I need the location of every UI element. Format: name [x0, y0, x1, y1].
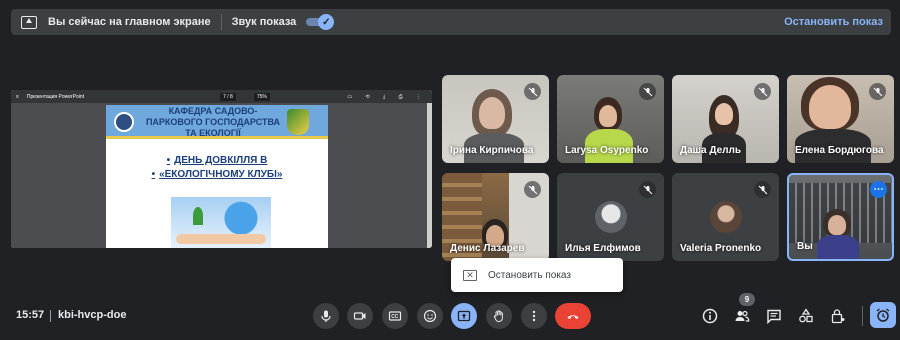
- mic-off-icon: [754, 83, 771, 100]
- meeting-code: kbi-hvcp-doe: [58, 309, 127, 321]
- sound-toggle[interactable]: ✓: [306, 14, 335, 30]
- mic-off-icon: [524, 181, 541, 198]
- hang-up-icon: [567, 315, 579, 319]
- zoom-level[interactable]: 75%: [253, 92, 270, 101]
- reactions-button[interactable]: [417, 303, 443, 329]
- slide-line-1: • ДЕНЬ ДОВКІЛЛЯ В: [166, 155, 268, 166]
- participant-name: Ірина Кирпичова: [450, 145, 534, 156]
- stop-presenting-link[interactable]: Остановить показ: [784, 16, 883, 28]
- banner-title: Вы сейчас на главном экране: [48, 16, 211, 28]
- slide-canvas: КАФЕДРА САДОВО-ПАРКОВОГО ГОСПОДАРСТВА ТА…: [11, 103, 432, 248]
- participant-name: Вы: [797, 241, 813, 252]
- slide-header: КАФЕДРА САДОВО-ПАРКОВОГО ГОСПОДАРСТВА ТА…: [106, 105, 328, 139]
- mic-off-icon: [639, 83, 656, 100]
- presenting-banner: Вы сейчас на главном экране Звук показа …: [11, 9, 891, 35]
- more-options-button[interactable]: [521, 303, 547, 329]
- menu-icon[interactable]: ≡: [16, 94, 19, 100]
- presentation-title: Презентация PowerPoint: [26, 93, 85, 100]
- hand-icon: [493, 310, 503, 322]
- banner-divider: [220, 14, 222, 30]
- self-tile[interactable]: ⋯ Вы: [787, 173, 894, 261]
- lock-person-icon: [831, 309, 845, 324]
- avatar: [595, 201, 627, 233]
- participant-tile[interactable]: Valeria Pronenko: [672, 173, 779, 261]
- check-icon: ✓: [318, 14, 335, 30]
- present-screen-icon: [457, 310, 471, 322]
- participant-name: Илья Елфимов: [565, 243, 641, 254]
- presentation-view: ≡ Презентация PowerPoint 7 / 8 75% ▭ ⟲ ⤓…: [11, 90, 432, 248]
- participant-tile[interactable]: Larysa Osypenko: [557, 75, 664, 163]
- page-indicator[interactable]: 7 / 8: [220, 92, 236, 101]
- present-screen-icon: [21, 15, 37, 29]
- people-icon: [735, 310, 750, 322]
- mic-button[interactable]: [313, 303, 339, 329]
- divider: [50, 310, 51, 322]
- participant-tile[interactable]: Ірина Кирпичова: [442, 75, 549, 163]
- department-logo-icon: [287, 109, 309, 135]
- activities-icon: [799, 308, 813, 323]
- stop-presenting-label: Остановить показ: [488, 269, 571, 281]
- slide-line-2: • «ЕКОЛОГІЧНОМУ КЛУБІ»: [151, 169, 283, 180]
- captions-icon: CC: [388, 311, 402, 321]
- activities-button[interactable]: [796, 306, 816, 326]
- mic-icon: [321, 310, 331, 322]
- toolbar-icons[interactable]: ▭ ⟲ ⤓ ⎙ ⋮: [347, 94, 427, 100]
- svg-text:CC: CC: [391, 314, 399, 320]
- camera-icon: [353, 312, 366, 320]
- slide-image-earth-hands: [171, 197, 271, 248]
- slide-header-text: КАФЕДРА САДОВО-ПАРКОВОГО ГОСПОДАРСТВА ТА…: [145, 105, 281, 138]
- participants-count-badge: 9: [739, 293, 755, 306]
- more-options-icon[interactable]: ⋯: [870, 181, 887, 198]
- raise-hand-button[interactable]: [486, 303, 512, 329]
- participant-tile[interactable]: Денис Лазарев: [442, 173, 549, 261]
- sound-label: Звук показа: [231, 16, 297, 28]
- camera-button[interactable]: [347, 303, 373, 329]
- participant-name: Даша Делль: [680, 145, 742, 156]
- participant-tile[interactable]: Илья Елфимов: [557, 173, 664, 261]
- mic-off-icon: [869, 83, 886, 100]
- presentation-toolbar: ≡ Презентация PowerPoint 7 / 8 75% ▭ ⟲ ⤓…: [11, 90, 432, 103]
- participant-name: Елена Бордюгова: [795, 145, 884, 156]
- scrollbar[interactable]: [427, 103, 432, 248]
- clock: 15:57: [16, 309, 45, 321]
- mic-off-icon: [639, 181, 656, 198]
- people-button[interactable]: [732, 306, 752, 326]
- avatar: [710, 201, 742, 233]
- more-vert-icon: [532, 310, 536, 322]
- participant-name: Larysa Osypenko: [565, 145, 649, 156]
- emoji-icon: [423, 309, 437, 323]
- mic-off-icon: [754, 181, 771, 198]
- participant-name: Valeria Pronenko: [680, 243, 762, 254]
- divider: [862, 306, 863, 326]
- chat-icon: [767, 309, 781, 324]
- close-box-icon: ✕: [463, 269, 477, 281]
- chat-button[interactable]: [764, 306, 784, 326]
- present-button[interactable]: [451, 303, 477, 329]
- university-emblem-icon: [114, 112, 134, 132]
- meeting-details-button[interactable]: [700, 306, 720, 326]
- info-icon: [702, 308, 718, 324]
- stop-presenting-menu-item[interactable]: ✕ Остановить показ: [451, 258, 623, 292]
- participant-tile[interactable]: Елена Бордюгова: [787, 75, 894, 163]
- captions-button[interactable]: CC: [382, 303, 408, 329]
- slide: КАФЕДРА САДОВО-ПАРКОВОГО ГОСПОДАРСТВА ТА…: [106, 105, 328, 248]
- activity-panel-button[interactable]: [870, 302, 896, 328]
- participant-tile[interactable]: Даша Делль: [672, 75, 779, 163]
- host-controls-button[interactable]: [828, 306, 848, 326]
- alarm-icon: [876, 308, 890, 322]
- leave-call-button[interactable]: [555, 303, 591, 329]
- mic-off-icon: [524, 83, 541, 100]
- participant-name: Денис Лазарев: [450, 243, 525, 254]
